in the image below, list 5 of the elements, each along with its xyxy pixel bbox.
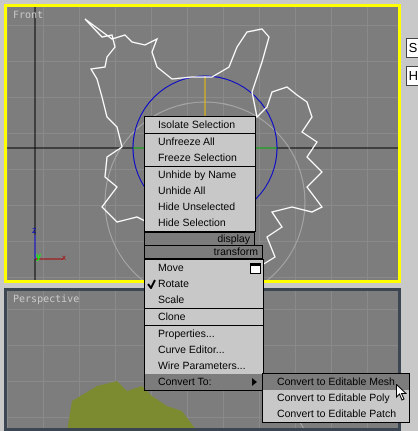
viewport-label: Perspective: [13, 294, 80, 305]
menu-header: display: [144, 232, 255, 246]
menu-header: transform: [144, 245, 263, 259]
axis-label: y: [36, 251, 42, 261]
axis-label: x: [62, 253, 66, 262]
